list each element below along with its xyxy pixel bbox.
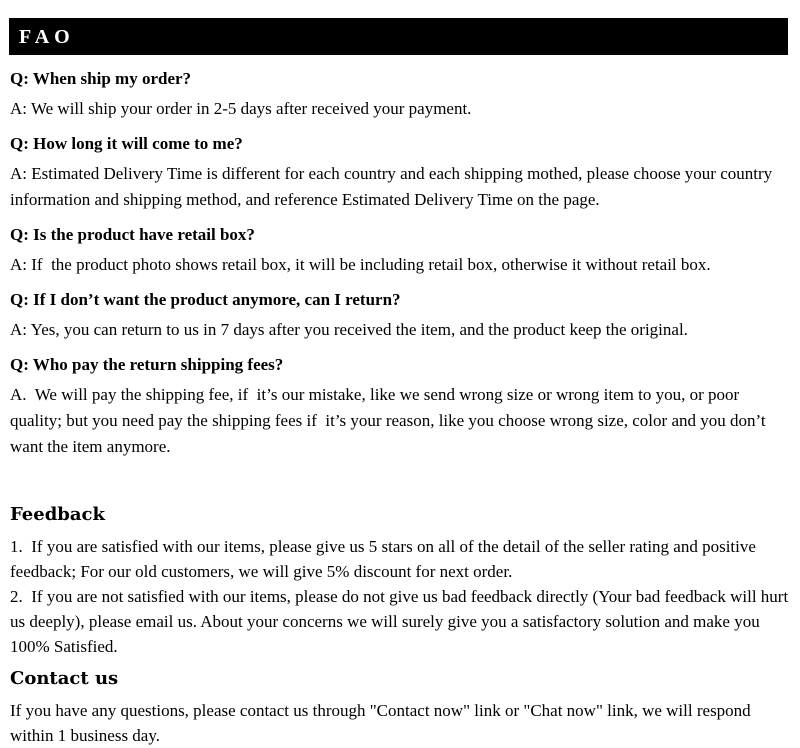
page-title: FAO <box>19 25 75 48</box>
feedback-section: Feedback 1. If you are satisfied with ou… <box>10 503 792 659</box>
faq-item: Q: When ship my order? A: We will ship y… <box>10 66 792 122</box>
faq-header-bar: FAO <box>9 18 788 55</box>
faq-answer: A. We will pay the shipping fee, if it’s… <box>10 385 770 456</box>
faq-content: Q: When ship my order? A: We will ship y… <box>10 66 792 748</box>
faq-question: Q: When ship my order? <box>10 69 192 88</box>
feedback-point-1: 1. If you are satisfied with our items, … <box>10 537 761 581</box>
contact-body: If you have any questions, please contac… <box>10 701 755 745</box>
faq-item: Q: How long it will come to me? A: Estim… <box>10 131 792 213</box>
faq-item: Q: Is the product have retail box? A: If… <box>10 222 792 278</box>
faq-question: Q: Is the product have retail box? <box>10 225 255 244</box>
faq-question: Q: If I don’t want the product anymore, … <box>10 290 401 309</box>
faq-answer: A: We will ship your order in 2-5 days a… <box>10 99 472 118</box>
feedback-point-2: 2. If you are not satisfied with our ite… <box>10 587 793 656</box>
faq-question: Q: How long it will come to me? <box>10 134 243 153</box>
contact-heading: Contact us <box>10 668 119 689</box>
faq-question: Q: Who pay the return shipping fees? <box>10 355 284 374</box>
faq-answer: A: Estimated Delivery Time is different … <box>10 164 777 209</box>
faq-item: Q: Who pay the return shipping fees? A. … <box>10 352 792 460</box>
feedback-heading: Feedback <box>10 504 105 525</box>
faq-answer: A: If the product photo shows retail box… <box>10 255 711 274</box>
faq-item: Q: If I don’t want the product anymore, … <box>10 287 792 343</box>
faq-page: FAO Q: When ship my order? A: We will sh… <box>0 0 800 745</box>
contact-section: Contact us If you have any questions, pl… <box>10 667 792 748</box>
faq-answer: A: Yes, you can return to us in 7 days a… <box>10 320 688 339</box>
